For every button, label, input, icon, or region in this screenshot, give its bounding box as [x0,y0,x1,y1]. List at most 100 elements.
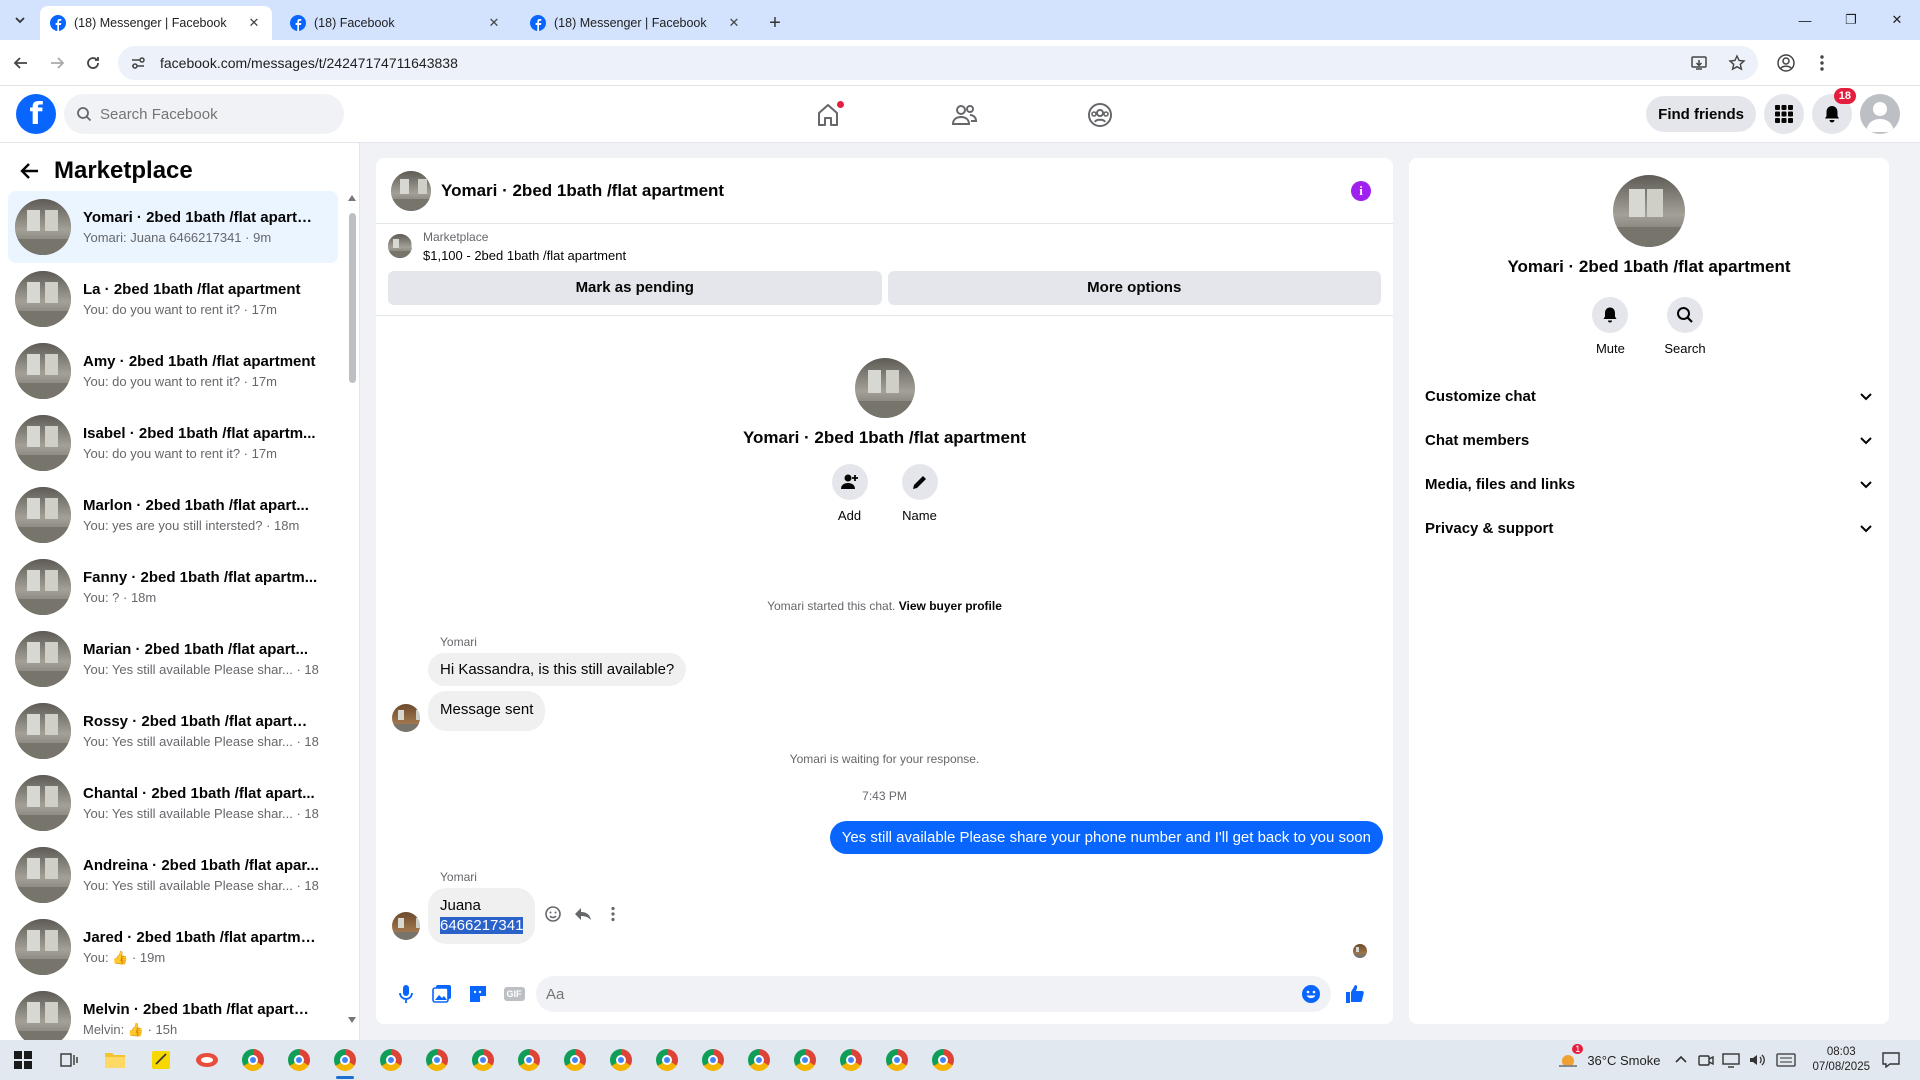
task-view-button[interactable] [46,1040,92,1080]
browser-tab-3[interactable]: (18) Messenger | Facebook ✕ [520,6,752,40]
reply-icon[interactable] [574,905,592,923]
privacy-support-section[interactable]: Privacy & support [1425,506,1873,550]
chrome-taskbar-button[interactable] [230,1040,276,1080]
nav-groups[interactable] [1032,86,1168,143]
profile-icon[interactable] [1776,53,1796,73]
conversation-item[interactable]: Jared · 2bed 1bath /flat apartment You: 👍… [8,911,338,983]
my-message-bubble[interactable]: Yes still available Please share your ph… [829,821,1383,854]
view-buyer-profile-link[interactable]: View buyer profile [899,599,1002,613]
info-icon[interactable]: i [1351,180,1371,201]
conversation-item[interactable]: Yomari · 2bed 1bath /flat apartm... Yomar… [8,191,338,263]
message-input-box[interactable] [536,976,1331,1012]
close-tab-icon[interactable]: ✕ [486,15,502,31]
chevron-up-icon[interactable] [1674,1053,1688,1067]
omnibox[interactable]: facebook.com/messages/t/2424717471164383… [118,45,1758,80]
sticky-notes-button[interactable] [138,1040,184,1080]
react-smiley-icon[interactable] [544,905,562,923]
send-like-button[interactable] [1337,976,1373,1012]
more-options-button[interactable]: More options [887,270,1381,305]
conversation-item[interactable]: Rossy · 2bed 1bath /flat apartme... You: … [8,695,338,767]
conversation-item[interactable]: Marian · 2bed 1bath /flat apart... You: Y… [8,623,338,695]
sender-avatar[interactable] [392,704,420,732]
conversation-item[interactable]: La · 2bed 1bath /flat apartment You: do y… [8,263,338,335]
nav-friends[interactable] [896,86,1032,143]
start-button[interactable] [0,1040,46,1080]
notifications-button[interactable]: 18 [1812,88,1856,134]
chrome-taskbar-button[interactable] [920,1040,966,1080]
kebab-menu-icon[interactable] [1812,53,1832,73]
edit-name-button[interactable]: Name [901,464,938,523]
gif-button[interactable]: GIF [496,976,532,1012]
chrome-taskbar-button[interactable] [460,1040,506,1080]
conversation-scrollbar[interactable] [348,193,356,1033]
chrome-taskbar-button[interactable] [690,1040,736,1080]
highlighted-phone-number[interactable]: 6466217341 [440,917,524,934]
menu-button[interactable] [1764,94,1804,134]
nav-home[interactable] [760,86,896,143]
mark-as-pending-button[interactable]: Mark as pending [388,270,882,305]
facebook-search-box[interactable] [64,94,344,134]
new-tab-button[interactable]: + [760,6,790,40]
chat-avatar[interactable] [391,170,431,211]
conversation-item[interactable]: Andreina · 2bed 1bath /flat apar... You: … [8,839,338,911]
search-input[interactable] [100,105,320,123]
chrome-taskbar-button[interactable] [736,1040,782,1080]
message-bubble[interactable]: Message sent [428,691,546,731]
media-files-links-section[interactable]: Media, files and links [1425,462,1873,506]
sender-avatar[interactable] [392,912,420,940]
back-button[interactable] [6,48,36,78]
forward-button[interactable] [42,48,72,78]
details-avatar[interactable] [1613,175,1685,247]
file-explorer-button[interactable] [92,1040,138,1080]
message-bubble[interactable]: Hi Kassandra, is this still available? [428,653,687,686]
emoji-icon[interactable] [1301,984,1321,1004]
reload-button[interactable] [78,48,108,78]
conversation-item[interactable]: Melvin · 2bed 1bath /flat apartm... Melvi… [8,983,338,1040]
notification-center-icon[interactable] [1882,1052,1900,1068]
taskbar-clock[interactable]: 08:03 07/08/2025 [1812,1045,1870,1075]
browser-tab-2[interactable]: (18) Facebook ✕ [280,6,512,40]
conversation-item[interactable]: Amy · 2bed 1bath /flat apartment You: do … [8,335,338,407]
chrome-taskbar-button[interactable] [368,1040,414,1080]
customize-chat-section[interactable]: Customize chat [1425,374,1873,418]
conversation-item[interactable]: Marlon · 2bed 1bath /flat apart... You: y… [8,479,338,551]
account-avatar[interactable] [1860,94,1900,134]
chrome-taskbar-button[interactable] [782,1040,828,1080]
volume-icon[interactable] [1748,1052,1766,1068]
conversation-item[interactable]: Chantal · 2bed 1bath /flat apart... You: … [8,767,338,839]
message-input[interactable] [546,985,1301,1003]
weather-widget[interactable]: 1 36°C Smoke [1557,1044,1660,1070]
chrome-taskbar-button[interactable] [828,1040,874,1080]
scrollbar-thumb[interactable] [349,213,356,383]
restore-icon[interactable]: ❐ [1828,0,1874,40]
chat-title[interactable]: Yomari · 2bed 1bath /flat apartment [441,181,1351,201]
chrome-taskbar-button[interactable] [276,1040,322,1080]
star-bookmark-icon[interactable] [1728,53,1746,72]
site-info-icon[interactable] [130,55,146,71]
tab-search-button[interactable] [0,0,40,40]
scroll-down-icon[interactable] [348,1017,356,1023]
conversation-item[interactable]: Fanny · 2bed 1bath /flat apartm... You: ?… [8,551,338,623]
marketplace-listing-banner[interactable]: Marketplace $1,100 - 2bed 1bath /flat ap… [376,224,1393,268]
more-vertical-icon[interactable] [604,905,622,923]
keyboard-icon[interactable] [1776,1053,1797,1067]
search-in-chat-button[interactable]: Search [1664,297,1706,356]
chrome-taskbar-button[interactable] [598,1040,644,1080]
taskbar-app[interactable] [184,1040,230,1080]
chrome-taskbar-button[interactable] [506,1040,552,1080]
chrome-taskbar-button[interactable] [874,1040,920,1080]
profile-avatar[interactable] [854,358,915,418]
sticker-button[interactable] [460,976,496,1012]
conversation-item[interactable]: Isabel · 2bed 1bath /flat apartm... You: … [8,407,338,479]
facebook-logo-icon[interactable]: f [16,94,56,134]
chrome-taskbar-button-active[interactable] [322,1040,368,1080]
message-bubble[interactable]: Juana 6466217341 [428,888,536,944]
scroll-up-icon[interactable] [348,195,356,201]
install-app-icon[interactable] [1690,54,1708,72]
voice-clip-button[interactable] [388,976,424,1012]
camera-icon[interactable] [1698,1052,1715,1068]
minimize-icon[interactable]: — [1782,0,1828,40]
network-icon[interactable] [1722,1052,1741,1068]
add-people-button[interactable]: Add [831,464,868,523]
browser-tab-1[interactable]: (18) Messenger | Facebook ✕ [40,6,272,40]
